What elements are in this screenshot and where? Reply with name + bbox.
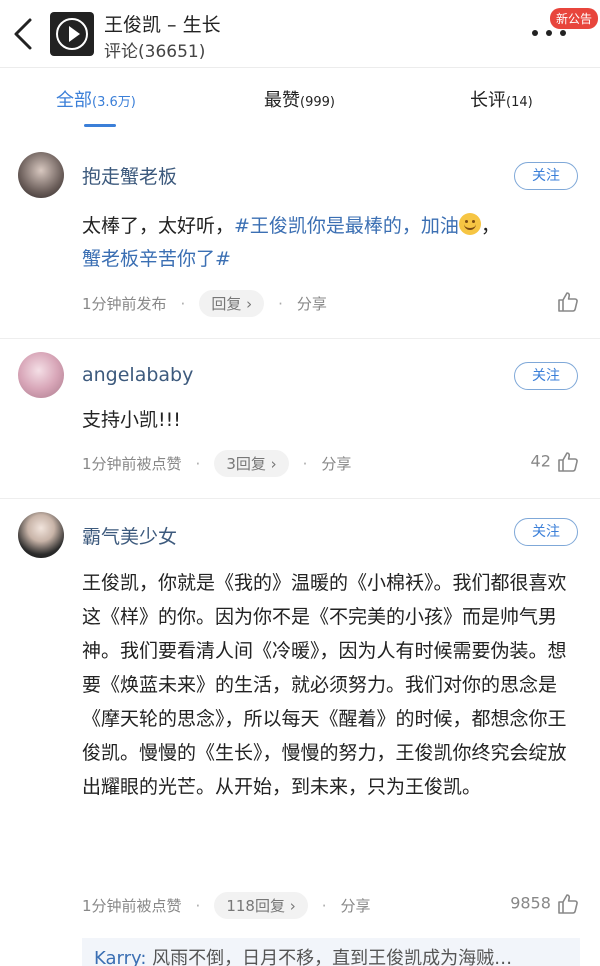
- more-dot-icon: [546, 30, 552, 36]
- comment-time: 1分钟前发布: [82, 295, 167, 313]
- more-dot-icon: [532, 30, 538, 36]
- comment-text: 支持小凯!!!: [82, 409, 181, 431]
- hashtag-link[interactable]: 蟹老板辛苦你了#: [82, 248, 231, 270]
- reply-button[interactable]: 3回复 ›: [214, 450, 289, 477]
- comment-time: 1分钟前被点赞: [82, 897, 182, 915]
- comment-text-part: ，: [480, 215, 500, 237]
- top-bar: 王俊凯 – 生长 评论(36651) 新公告: [0, 0, 600, 68]
- share-button[interactable]: 分享: [297, 295, 327, 313]
- reply-preview[interactable]: Karry: 风雨不倒，日月不移，直到王俊凯成为海贼…: [82, 938, 580, 966]
- play-icon: [69, 26, 80, 42]
- reply-button[interactable]: 118回复 ›: [214, 892, 308, 919]
- tab-top-liked[interactable]: 最赞(999): [264, 86, 335, 112]
- reply-button[interactable]: 回复 ›: [199, 290, 265, 317]
- like-button[interactable]: [556, 290, 580, 314]
- tab-count: (3.6万): [92, 95, 136, 110]
- comment-meta: 1分钟前被点赞 · 118回复 › · 分享: [82, 892, 371, 919]
- follow-button[interactable]: 关注: [514, 518, 578, 546]
- song-title: 王俊凯 – 生长: [104, 14, 221, 36]
- comment-text: 王俊凯，你就是《我的》温暖的《小棉袄》。我们都很喜欢这《样》的你。因为你不是《不…: [82, 572, 567, 798]
- tab-label: 长评: [470, 90, 506, 111]
- hashtag-link[interactable]: #王俊凯你是最棒的，加油: [234, 215, 459, 237]
- comment-item: angelababy 关注 支持小凯!!! 1分钟前被点赞 · 3回复 › · 分享 4…: [0, 340, 600, 500]
- comment-count: 评论(36651): [104, 42, 206, 62]
- like-count: 42: [530, 451, 551, 471]
- tab-bar: 全部(3.6万) 最赞(999) 长评(14): [0, 70, 600, 130]
- tab-count: (14): [506, 95, 533, 110]
- tab-label: 最赞: [264, 90, 300, 111]
- divider: [0, 338, 600, 339]
- username[interactable]: 抱走蟹老板: [82, 162, 177, 189]
- comment-meta: 1分钟前被点赞 · 3回复 › · 分享: [82, 450, 351, 477]
- reply-author[interactable]: Karry:: [94, 948, 146, 966]
- share-button[interactable]: 分享: [321, 455, 351, 473]
- divider: [0, 498, 600, 499]
- share-button[interactable]: 分享: [341, 897, 371, 915]
- tab-all[interactable]: 全部(3.6万): [56, 86, 136, 112]
- thumbs-up-icon: [558, 292, 578, 312]
- follow-button[interactable]: 关注: [514, 362, 578, 390]
- like-count: 9858: [510, 893, 551, 913]
- avatar[interactable]: [18, 152, 64, 198]
- comment-text-part: 太棒了，太好听，: [82, 215, 235, 237]
- follow-button[interactable]: 关注: [514, 162, 578, 190]
- reply-text: 风雨不倒，日月不移，直到王俊凯成为海贼…: [146, 948, 513, 966]
- back-button[interactable]: [10, 14, 40, 54]
- thumbs-up-icon: [558, 452, 578, 472]
- tab-label: 全部: [56, 90, 92, 111]
- chevron-left-icon: [14, 18, 32, 50]
- username[interactable]: 霸气美少女: [82, 522, 177, 549]
- more-dot-icon: [560, 30, 566, 36]
- like-button[interactable]: 9858: [510, 892, 580, 916]
- new-notice-badge[interactable]: 新公告: [550, 8, 599, 29]
- comment-time: 1分钟前被点赞: [82, 455, 182, 473]
- like-button[interactable]: 42: [531, 450, 580, 474]
- album-cover-button[interactable]: [50, 12, 94, 56]
- active-tab-indicator: [84, 124, 116, 127]
- comment-item: 抱走蟹老板 关注 太棒了，太好听，#王俊凯你是最棒的，加油 ， 蟹老板辛苦你了# 1…: [0, 140, 600, 340]
- tab-count: (999): [300, 95, 335, 110]
- comment-item: 霸气美少女 关注 王俊凯，你就是《我的》温暖的《小棉袄》。我们都很喜欢这《样》的…: [0, 500, 600, 966]
- tab-long-reviews[interactable]: 长评(14): [470, 86, 533, 112]
- thumbs-up-icon: [558, 894, 578, 914]
- comment-text: 太棒了，太好听，#王俊凯你是最棒的，加油 ， 蟹老板辛苦你了#: [82, 210, 582, 276]
- smile-emoji-icon: [458, 213, 481, 235]
- comment-meta: 1分钟前发布 · 回复 › · 分享: [82, 290, 327, 317]
- avatar[interactable]: [18, 512, 64, 558]
- username[interactable]: angelababy: [82, 364, 193, 386]
- avatar[interactable]: [18, 352, 64, 398]
